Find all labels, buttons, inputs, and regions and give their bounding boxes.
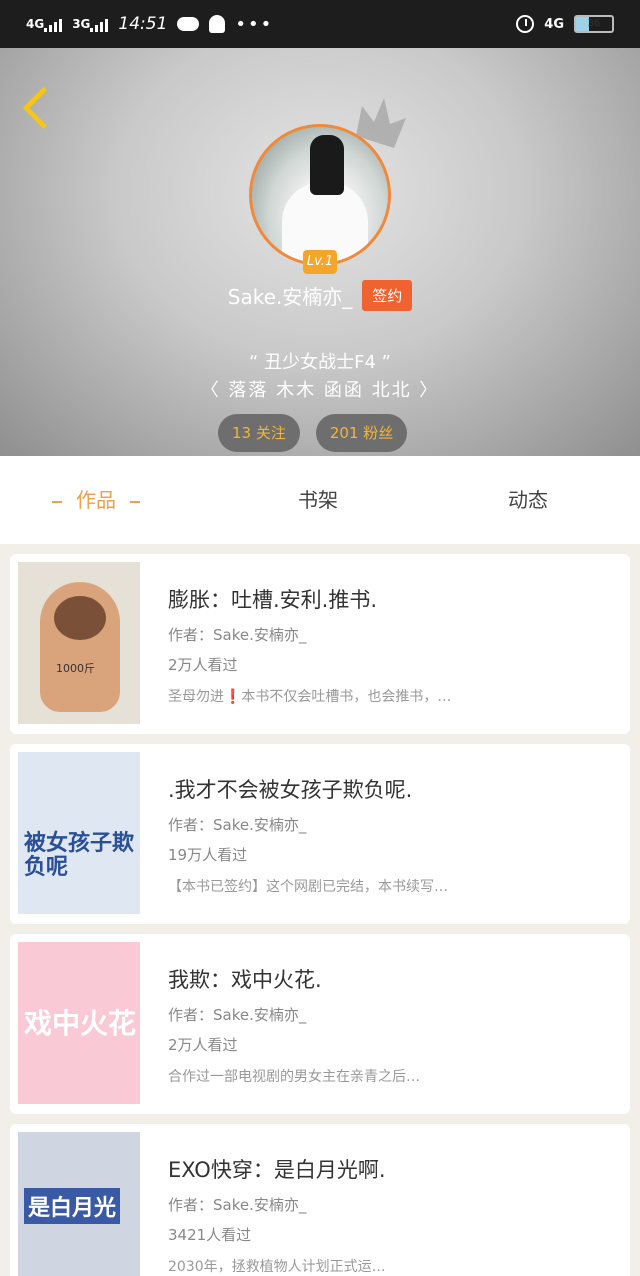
work-description: 圣母勿进❗本书不仅会吐槽书，也会推书，… (168, 689, 452, 705)
work-card[interactable]: 被女孩子欺负呢 .我才不会被女孩子欺负呢. 作者：Sake.安楠亦_ 19万人看… (10, 744, 630, 924)
work-description: 合作过一部电视剧的男女主在亲青之后… (168, 1069, 420, 1085)
book-cover: 戏中火花 (18, 942, 140, 1104)
battery-icon: 36 (574, 15, 614, 33)
profile-motto: “ 丑少女战士F4 ” (249, 352, 391, 373)
profile-header: Lv.1 Sake.安楠亦_ 签约 “ 丑少女战士F4 ” 〈 落落 木木 函函… (0, 48, 640, 456)
status-left: 4G 3G 14:51 ••• (26, 14, 273, 35)
cover-title: 戏中火花 (24, 1007, 137, 1040)
profile-friends: 〈 落落 木木 函函 北北 〉 (200, 380, 440, 401)
following-button[interactable]: 13 关注 (218, 414, 300, 452)
tab-bookshelf-label: 书架 (298, 488, 338, 512)
work-title: EXO快穿：是白月光啊. (168, 1158, 386, 1182)
work-card[interactable]: 是白月光 EXO快穿：是白月光啊. 作者：Sake.安楠亦_ 3421人看过 2… (10, 1124, 630, 1276)
status-right: 4G 36 (516, 15, 614, 33)
work-card[interactable]: 1000斤 膨胀：吐槽.安利.推书. 作者：Sake.安楠亦_ 2万人看过 圣母… (10, 554, 630, 734)
username: Sake.安楠亦_ (227, 285, 353, 309)
battery-level: 36 (587, 18, 601, 29)
work-reads: 19万人看过 (168, 846, 248, 864)
tab-bookshelf[interactable]: 书架 (298, 484, 338, 513)
book-cover: 是白月光 (18, 1132, 140, 1276)
work-author: 作者：Sake.安楠亦_ (168, 626, 307, 644)
tab-activity-label: 动态 (508, 488, 548, 512)
work-author: 作者：Sake.安楠亦_ (168, 1196, 307, 1214)
more-dots-icon: ••• (235, 13, 274, 35)
cloud-icon (177, 17, 200, 31)
work-title: 我欺：戏中火花. (168, 968, 322, 992)
tab-works[interactable]: 作品 (52, 484, 154, 513)
profile-tabs: 作品 书架 动态 (0, 456, 640, 544)
work-title: 膨胀：吐槽.安利.推书. (168, 588, 378, 612)
work-author: 作者：Sake.安楠亦_ (168, 1006, 307, 1024)
book-cover: 1000斤 (18, 562, 140, 724)
signed-badge: 签约 (362, 280, 413, 311)
work-card[interactable]: 戏中火花 我欺：戏中火花. 作者：Sake.安楠亦_ 2万人看过 合作过一部电视… (10, 934, 630, 1114)
cover-title: 被女孩子欺负呢 (24, 831, 135, 880)
avatar[interactable] (249, 124, 391, 266)
work-author: 作者：Sake.安楠亦_ (168, 816, 307, 834)
followers-button[interactable]: 201 粉丝 (315, 414, 408, 452)
work-description: 2030年，拯救植物人计划正式运… (168, 1259, 386, 1275)
cover-label: 1000斤 (56, 662, 95, 675)
tab-works-label: 作品 (76, 488, 116, 512)
signal-label-2: 3G (72, 17, 91, 31)
level-badge: Lv.1 (303, 250, 337, 274)
back-arrow-icon[interactable] (18, 86, 54, 130)
signal-label: 4G (26, 17, 45, 31)
book-cover: 被女孩子欺负呢 (18, 752, 140, 914)
work-reads: 3421人看过 (168, 1226, 252, 1244)
clock: 14:51 (118, 14, 168, 34)
cover-title: 是白月光 (24, 1188, 121, 1224)
work-reads: 2万人看过 (168, 656, 238, 674)
work-title: .我才不会被女孩子欺负呢. (168, 778, 413, 802)
status-bar: 4G 3G 14:51 ••• 4G 36 (0, 0, 640, 48)
signal-icon: 4G (26, 17, 63, 32)
tab-activity[interactable]: 动态 (508, 484, 548, 513)
profile-stats: 13 关注 201 粉丝 (218, 414, 408, 452)
signal-icon-2: 3G (72, 17, 109, 32)
work-description: 【本书已签约】这个网剧已完结，本书续写… (168, 879, 448, 895)
name-row: Sake.安楠亦_ 签约 (0, 280, 640, 311)
work-reads: 2万人看过 (168, 1036, 238, 1054)
alarm-icon (516, 15, 535, 33)
qq-icon (209, 15, 226, 33)
network-type: 4G (544, 16, 564, 32)
